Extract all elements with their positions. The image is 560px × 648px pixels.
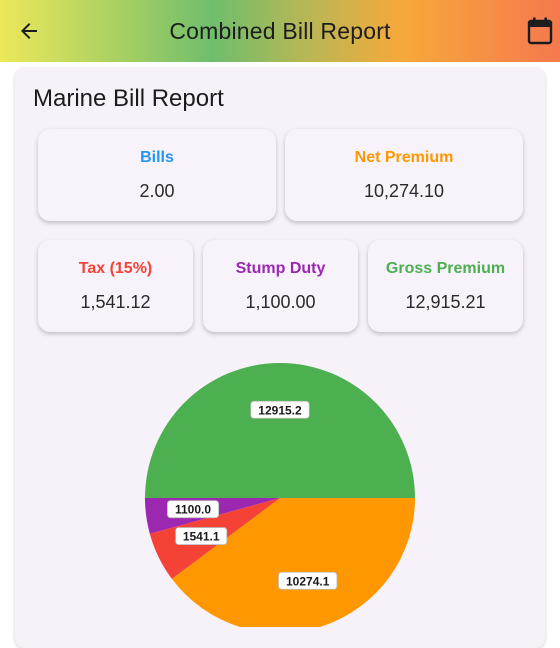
slice-value-label: 1541.1 [175, 527, 228, 545]
pie-slice [145, 362, 415, 498]
slice-value-label: 10274.1 [278, 571, 338, 590]
slice-value-label: 12915.2 [250, 400, 310, 419]
pie-chart: 12915.2 10274.1 1541.1 1100.0 [145, 362, 415, 627]
svg-text:10274.1: 10274.1 [286, 574, 330, 588]
svg-text:12915.2: 12915.2 [258, 403, 302, 417]
svg-text:1100.0: 1100.0 [175, 503, 211, 517]
slice-value-label: 1100.0 [167, 500, 220, 519]
svg-text:1541.1: 1541.1 [183, 530, 220, 544]
